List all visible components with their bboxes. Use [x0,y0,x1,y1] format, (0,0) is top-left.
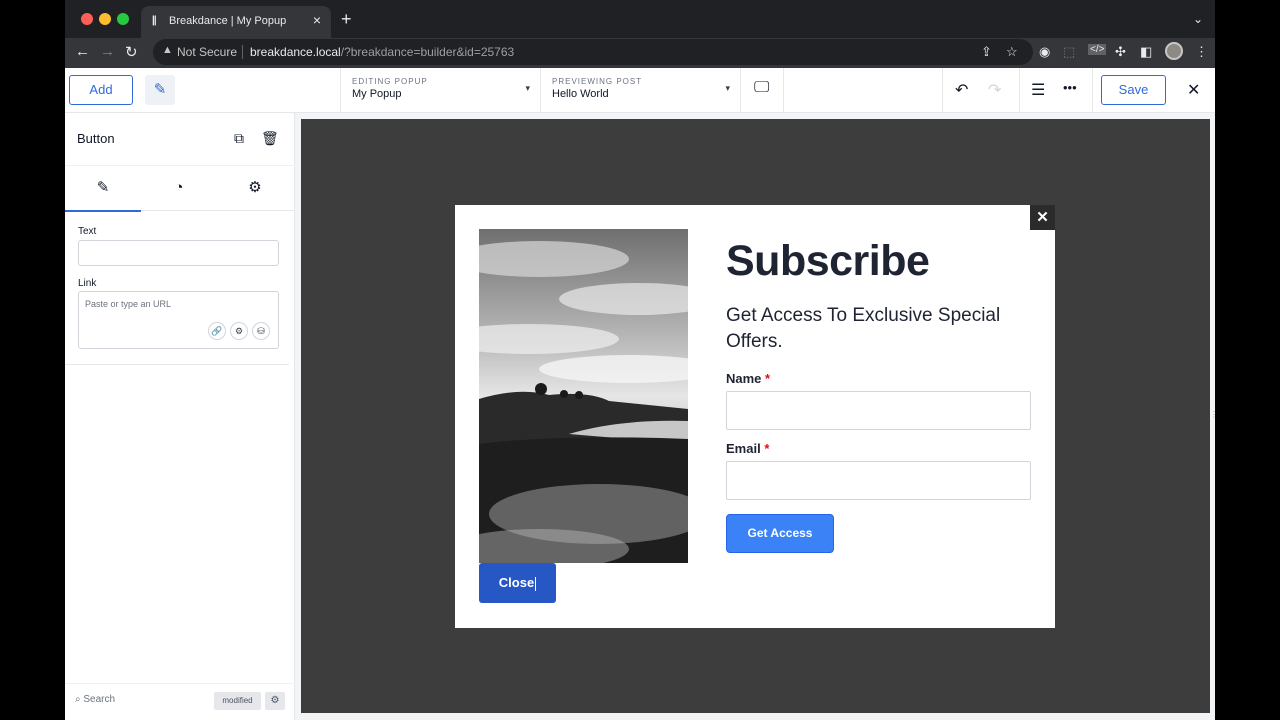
url-host: breakdance.local [250,45,341,59]
required-asterisk: * [765,371,771,386]
duplicate-icon[interactable]: ⧉ [234,130,244,147]
previewing-post-value: Hello World [552,88,609,100]
address-divider [242,45,243,59]
redo-icon[interactable]: ↷ [988,80,1001,100]
browser-tab-strip: 𝄃 Breakdance | My Popup × + ⌄ [65,0,1215,38]
popup-heading: Subscribe [726,237,930,285]
save-button[interactable]: Save [1101,75,1166,105]
toolbar-divider [942,68,943,112]
edit-pencil-icon[interactable]: ✎ [145,75,175,105]
reload-icon[interactable]: ↻ [125,43,138,61]
bookmark-star-icon[interactable]: ☆ [1006,44,1018,60]
database-icon[interactable]: ⛁ [252,322,270,340]
side-panel-icon[interactable]: ◧ [1140,44,1152,60]
name-label-text: Name [726,371,762,386]
minimize-window-dot[interactable] [99,13,111,25]
back-arrow-icon[interactable]: ← [75,43,90,60]
popup-close-x-icon[interactable]: ✕ [1030,205,1055,230]
browser-menu-icon[interactable]: ⋮ [1195,44,1208,60]
undo-icon[interactable]: ↶ [955,80,968,100]
profile-avatar[interactable] [1165,42,1183,60]
address-bar[interactable]: ▲ Not Secure breakdance.local/?breakdanc… [153,39,1033,65]
resize-handle-icon[interactable]: ⋮ [1210,410,1215,424]
previewing-post-select[interactable]: PREVIEWING POST Hello World ▾ [540,68,740,112]
forward-arrow-icon[interactable]: → [100,43,115,60]
browser-tab[interactable]: 𝄃 Breakdance | My Popup × [141,6,331,38]
text-cursor [535,576,537,591]
tab-title: Breakdance | My Popup [169,15,287,27]
desktop-icon: 🖵 [754,79,770,96]
tab-content[interactable]: ✎ [65,166,141,212]
close-window-dot[interactable] [81,13,93,25]
name-field-label: Name * [726,371,770,386]
breakdance-favicon-icon: 𝄃 [153,14,156,28]
tab-settings[interactable]: ⚙ [217,166,293,212]
close-button[interactable]: Close [479,563,556,603]
search-label: Search [83,694,116,705]
add-button[interactable]: Add [69,75,133,105]
modified-badge[interactable]: modified [214,692,261,710]
close-button-label: Close [498,575,535,590]
email-input[interactable] [726,461,1031,500]
editing-popup-value: My Popup [352,88,402,100]
gear-icon[interactable]: ⚙ [265,692,285,710]
toolbar-divider [1019,68,1020,112]
gear-icon[interactable]: ⚙ [230,322,248,340]
editing-popup-select[interactable]: EDITING POPUP My Popup ▾ [340,68,540,112]
more-options-icon[interactable]: ••• [1063,80,1077,95]
text-field-label: Text [78,226,97,237]
footer-search[interactable]: ⌕ Search [75,694,115,705]
layers-icon[interactable]: ☰ [1031,80,1045,100]
search-icon: ⌕ [75,694,81,705]
pencil-icon: ✎ [96,179,110,196]
required-asterisk: * [764,441,770,456]
palette-icon: ◔ [174,179,184,196]
browser-toolbar: ← → ↻ ▲ Not Secure breakdance.local/?bre… [65,38,1215,68]
chevron-down-icon: ▾ [725,83,730,93]
browser-window: 𝄃 Breakdance | My Popup × + ⌄ ← → ↻ ▲ No… [65,0,1215,720]
email-label-text: Email [726,441,761,456]
panel-footer: ⌕ Search modified ⚙ [65,683,295,720]
extension-frame-icon[interactable]: ⬚ [1063,44,1075,60]
link-icon[interactable]: 🔗 [208,322,226,340]
link-placeholder: Paste or type an URL [85,299,172,309]
previewing-post-label: PREVIEWING POST [552,77,643,86]
popup-subheading: Get Access To Exclusive Special Offers. [726,305,1001,352]
maximize-window-dot[interactable] [117,13,129,25]
extension-circle-icon[interactable]: ◉ [1039,44,1050,60]
delete-trash-icon[interactable]: 🗑 [261,130,279,147]
name-input[interactable] [726,391,1031,430]
builder-canvas[interactable]: ✕ Subscribe Get Access To Exclusive Spec… [301,119,1210,713]
gear-icon: ⚙ [248,179,262,196]
foggy-landscape-image [479,229,688,563]
security-label: Not Secure [177,45,238,59]
extension-code-icon[interactable]: </> [1088,44,1107,55]
close-builder-icon[interactable]: ✕ [1187,80,1200,100]
tab-search-chevron-icon[interactable]: ⌄ [1193,12,1203,26]
url-text[interactable]: breakdance.local/?breakdance=builder&id=… [250,45,514,59]
close-tab-icon[interactable]: × [313,12,321,28]
editing-popup-label: EDITING POPUP [352,77,428,86]
device-toggle[interactable]: 🖵 [740,68,784,112]
builder-topbar: Add ✎ EDITING POPUP My Popup ▾ PREVIEWIN… [65,68,1215,113]
share-icon[interactable]: ⇪ [981,44,992,60]
panel-title: Button [77,131,115,146]
link-field-input[interactable]: Paste or type an URL 🔗 ⚙ ⛁ [78,291,279,349]
email-field-label: Email * [726,441,769,456]
panel-tabs: ✎ ◔ ⚙ [65,165,295,212]
new-tab-icon[interactable]: + [341,9,352,30]
tab-style[interactable]: ◔ [141,166,217,212]
warning-icon: ▲ [162,44,173,56]
popup-preview[interactable]: ✕ Subscribe Get Access To Exclusive Spec… [455,205,1055,628]
url-path: /?breakdance=builder&id=25763 [340,45,515,59]
text-field-input[interactable] [78,240,279,266]
get-access-button[interactable]: Get Access [726,514,834,553]
properties-panel: Button ⧉ 🗑 ✎ ◔ ⚙ Text Link Paste or type… [65,113,295,720]
link-field-label: Link [78,278,97,289]
extensions-puzzle-icon[interactable]: ✣ [1115,44,1126,60]
panel-divider [65,364,289,365]
toolbar-divider [1092,68,1093,112]
chevron-down-icon: ▾ [525,83,530,93]
